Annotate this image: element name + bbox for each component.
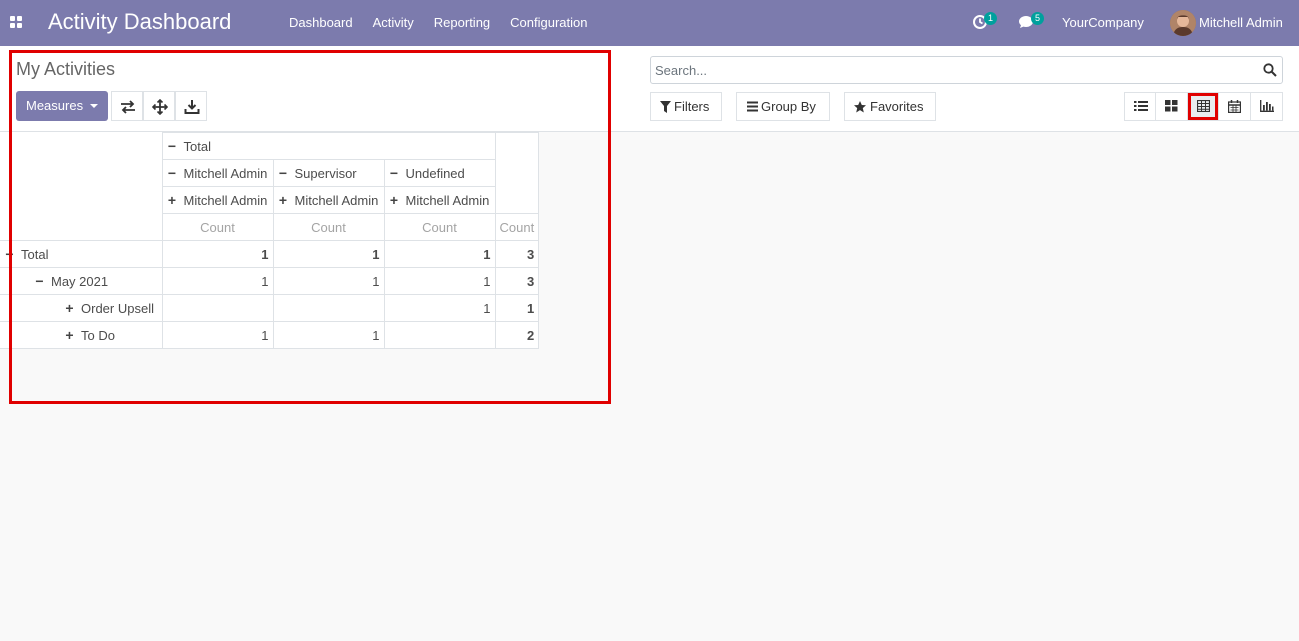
col-header-subgroup[interactable]: + Mitchell Admin xyxy=(383,186,496,214)
pivot-cell: 1 xyxy=(161,321,274,349)
group-by-icon xyxy=(747,101,758,112)
pivot-cell: 1 xyxy=(161,267,274,295)
pivot-view-icon xyxy=(1196,100,1210,112)
apps-menu-icon[interactable] xyxy=(10,16,22,28)
group-by-button[interactable]: Group By xyxy=(736,92,830,121)
row-header-activity-type[interactable]: + Order Upsell xyxy=(0,294,163,322)
favorites-button[interactable]: Favorites xyxy=(844,92,936,121)
pivot-cell: 1 xyxy=(161,240,274,268)
pivot-row-total: 3 xyxy=(494,267,540,295)
main-menu: Dashboard Activity Reporting Configurati… xyxy=(279,0,597,46)
app-brand[interactable]: Activity Dashboard xyxy=(48,9,231,35)
filter-icon xyxy=(660,101,671,113)
row-header-total[interactable]: − Total xyxy=(0,240,163,268)
menu-item-reporting[interactable]: Reporting xyxy=(424,0,500,46)
row-header-month[interactable]: − May 2021 xyxy=(0,267,163,295)
pivot-cell: 1 xyxy=(383,294,496,322)
pivot-cell: 1 xyxy=(383,240,496,268)
collapse-icon: − xyxy=(35,273,44,289)
kanban-view-icon xyxy=(1165,100,1178,112)
pivot-row-total: 1 xyxy=(494,294,540,322)
filters-label: Filters xyxy=(674,99,710,114)
graph-view-button[interactable] xyxy=(1251,93,1282,120)
pivot-cell xyxy=(161,294,274,322)
page-title: My Activities xyxy=(16,59,116,79)
pivot-cell: 1 xyxy=(272,321,385,349)
collapse-icon: − xyxy=(5,246,14,262)
calendar-view-button[interactable] xyxy=(1219,93,1251,120)
pivot-view-button[interactable] xyxy=(1187,93,1220,120)
top-navbar: Activity Dashboard Dashboard Activity Re… xyxy=(0,0,1299,46)
view-switcher xyxy=(1124,92,1283,121)
user-avatar[interactable] xyxy=(1170,10,1196,36)
search-input[interactable] xyxy=(655,61,1255,79)
col-header-group[interactable]: − Mitchell Admin xyxy=(161,159,274,187)
calendar-view-icon xyxy=(1228,100,1242,113)
pivot-cell: 1 xyxy=(272,267,385,295)
expand-icon: + xyxy=(167,192,177,208)
expand-all-icon xyxy=(152,99,168,115)
collapse-icon: − xyxy=(167,165,177,181)
activity-count-badge: 1 xyxy=(984,12,997,25)
caret-down-icon xyxy=(90,104,98,108)
collapse-icon: − xyxy=(167,138,177,154)
search-icon[interactable] xyxy=(1263,63,1277,77)
flip-axis-icon xyxy=(121,100,135,114)
pivot-row-total: 2 xyxy=(494,321,540,349)
search-box xyxy=(650,56,1283,84)
favorites-label: Favorites xyxy=(870,99,924,114)
measure-header[interactable]: Count xyxy=(161,213,274,241)
download-icon xyxy=(184,100,200,114)
col-header-group[interactable]: − Undefined xyxy=(383,159,496,187)
menu-item-configuration[interactable]: Configuration xyxy=(500,0,597,46)
collapse-icon: − xyxy=(389,165,399,181)
pivot-cell: 1 xyxy=(383,267,496,295)
table-row: − Total 1 1 1 3 xyxy=(0,240,540,268)
flip-axis-button[interactable] xyxy=(111,91,143,121)
download-button[interactable] xyxy=(175,91,207,121)
control-panel: My Activities Measures Filters xyxy=(0,46,1299,132)
col-header-subgroup[interactable]: + Mitchell Admin xyxy=(161,186,274,214)
expand-icon: + xyxy=(65,300,74,316)
row-header-activity-type[interactable]: + To Do xyxy=(0,321,163,349)
list-view-icon xyxy=(1134,101,1148,111)
pivot-cell xyxy=(272,294,385,322)
group-by-label: Group By xyxy=(761,99,816,114)
kanban-view-button[interactable] xyxy=(1156,93,1188,120)
measures-label: Measures xyxy=(26,98,84,113)
expand-icon: + xyxy=(65,327,74,343)
pivot-row-total: 3 xyxy=(494,240,540,268)
user-menu[interactable]: Mitchell Admin xyxy=(1199,0,1283,46)
company-switcher[interactable]: YourCompany xyxy=(1062,0,1144,46)
expand-all-button[interactable] xyxy=(143,91,175,121)
menu-item-activity[interactable]: Activity xyxy=(363,0,424,46)
expand-icon: + xyxy=(389,192,399,208)
measure-header[interactable]: Count xyxy=(383,213,496,241)
pivot-cell: 1 xyxy=(272,240,385,268)
table-row: − May 2021 1 1 1 3 xyxy=(0,267,540,295)
pivot-table: − Total − Mitchell Admin − Supervisor − Unde… xyxy=(0,132,540,349)
measures-button[interactable]: Measures xyxy=(16,91,108,121)
filters-button[interactable]: Filters xyxy=(650,92,722,121)
list-view-button[interactable] xyxy=(1125,93,1157,120)
collapse-icon: − xyxy=(278,165,288,181)
star-icon xyxy=(854,101,866,113)
expand-icon: + xyxy=(278,192,288,208)
col-header-total[interactable]: − Total xyxy=(161,132,496,160)
menu-item-dashboard[interactable]: Dashboard xyxy=(279,0,363,46)
pivot-cell xyxy=(383,321,496,349)
col-header-group[interactable]: − Supervisor xyxy=(272,159,385,187)
table-row: + Order Upsell 1 1 xyxy=(0,294,540,322)
graph-view-icon xyxy=(1259,100,1274,112)
table-row: + To Do 1 1 2 xyxy=(0,321,540,349)
col-header-subgroup[interactable]: + Mitchell Admin xyxy=(272,186,385,214)
measure-header[interactable]: Count xyxy=(272,213,385,241)
message-count-badge: 5 xyxy=(1031,12,1044,25)
measure-header[interactable]: Count xyxy=(494,213,540,241)
total-col-header xyxy=(494,132,540,214)
pivot-corner xyxy=(0,132,163,241)
